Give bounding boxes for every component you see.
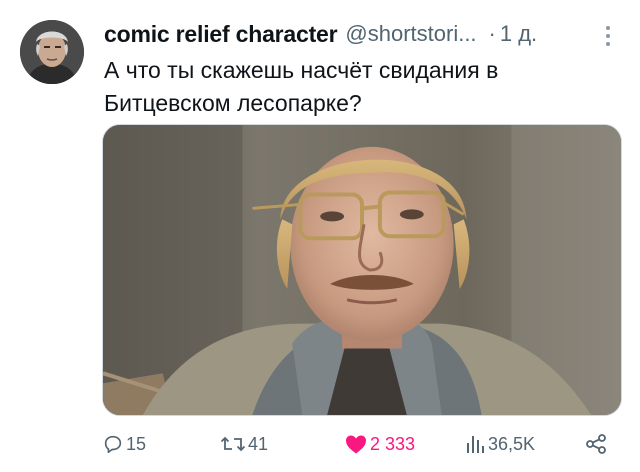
reply-button[interactable]: 15 [102,428,146,460]
tweet-media-photo[interactable] [102,124,622,416]
retweet-button[interactable]: 41 [220,428,268,460]
share-icon [586,434,606,454]
timestamp[interactable]: 1 д. [500,21,537,47]
reply-count: 15 [126,433,147,454]
views-count: 36,5K [488,433,536,454]
like-count: 2 333 [370,433,416,454]
display-name[interactable]: comic relief character [104,21,338,48]
tweet-text-line: А что ты скажешь насчёт свидания в [104,57,499,83]
tweet-text: А что ты скажешь насчёт свидания в Битце… [104,54,624,120]
tweet-header: comic relief character @shortstori... · … [104,18,614,50]
retweet-count: 41 [248,433,269,454]
tweet[interactable]: comic relief character @shortstori... · … [0,0,640,472]
photo-image [103,125,621,415]
views-button[interactable]: 36,5K [464,428,535,460]
user-handle[interactable]: @shortstori... [345,21,476,47]
avatar-image [20,20,84,84]
separator-dot: · [488,21,496,46]
tweet-text-line: Битцевском лесопарке? [104,90,362,116]
share-button[interactable] [584,428,608,460]
avatar[interactable] [20,20,84,84]
views-icon [467,436,484,453]
tweet-actions: 15 41 2 333 36,5K [102,428,622,460]
heart-icon [346,435,366,454]
reply-icon [104,435,122,454]
like-button[interactable]: 2 333 [344,428,415,460]
retweet-icon [220,436,246,452]
more-options-icon[interactable] [596,24,620,48]
